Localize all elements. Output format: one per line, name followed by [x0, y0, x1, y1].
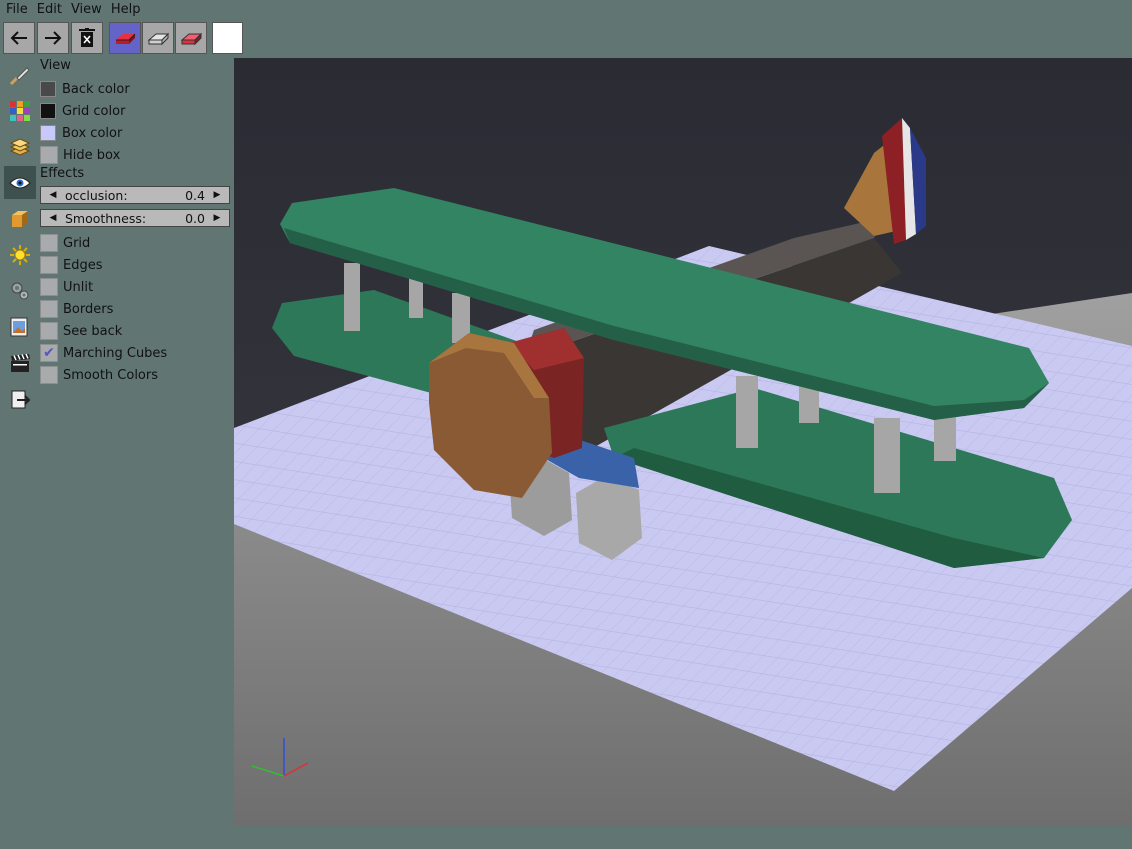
see-back-checkbox[interactable]	[40, 322, 58, 340]
tool-sidebar	[4, 58, 36, 418]
export-icon	[11, 390, 31, 408]
view-section-title: View	[40, 58, 71, 73]
unlit-option-row[interactable]: Unlit	[40, 276, 232, 298]
menu-help[interactable]: Help	[105, 0, 144, 18]
back-color-label: Back color	[62, 81, 130, 97]
smooth-colors-option-row[interactable]: Smooth Colors	[40, 364, 232, 386]
trash-icon	[79, 28, 95, 47]
biplane-scene	[234, 58, 1132, 826]
menu-file[interactable]: File	[0, 0, 31, 18]
edges-checkbox[interactable]	[40, 256, 58, 274]
marching-cubes-option-row[interactable]: ✔ Marching Cubes	[40, 342, 232, 364]
grid-label: Grid	[63, 235, 91, 251]
menu-bar: File Edit View Help	[0, 0, 143, 18]
occlusion-label: occlusion:	[65, 187, 128, 203]
grid-color-row[interactable]: Grid color	[40, 100, 232, 122]
grid-option-row[interactable]: Grid	[40, 232, 232, 254]
edges-label: Edges	[63, 257, 103, 273]
menu-edit[interactable]: Edit	[31, 0, 65, 18]
see-back-option-row[interactable]: See back	[40, 320, 232, 342]
sun-icon	[10, 244, 30, 265]
toolbar	[3, 22, 245, 54]
image-tab[interactable]	[4, 310, 36, 343]
hide-box-label: Hide box	[63, 147, 121, 163]
smoothness-label: Smoothness:	[65, 210, 147, 226]
layers-tab[interactable]	[4, 130, 36, 163]
brush-icon	[9, 66, 30, 85]
occlusion-slider[interactable]: ◀ occlusion: 0.4 ▶	[40, 186, 230, 204]
see-back-label: See back	[63, 323, 123, 339]
borders-checkbox[interactable]	[40, 300, 58, 318]
smooth-colors-checkbox[interactable]	[40, 366, 58, 384]
marching-cubes-label: Marching Cubes	[63, 345, 168, 361]
clapperboard-icon	[11, 353, 30, 372]
box-color-swatch[interactable]	[40, 125, 56, 141]
grid-color-swatch[interactable]	[40, 103, 56, 119]
back-color-swatch[interactable]	[40, 81, 56, 97]
box-color-label: Box color	[62, 125, 123, 141]
smoothness-value: 0.0	[185, 210, 205, 226]
decrement-arrow-icon[interactable]: ◀	[41, 213, 65, 223]
paint-voxel-icon	[147, 32, 170, 46]
marching-cubes-checkbox[interactable]: ✔	[40, 344, 58, 362]
unlit-checkbox[interactable]	[40, 278, 58, 296]
effects-section-title: Effects	[40, 166, 85, 181]
smoothness-slider[interactable]: ◀ Smoothness: 0.0 ▶	[40, 209, 230, 227]
add-voxel-tool[interactable]	[109, 22, 141, 54]
cube-icon	[12, 210, 28, 227]
unlit-label: Unlit	[63, 279, 94, 295]
palette-icon	[10, 100, 30, 121]
smooth-colors-label: Smooth Colors	[63, 367, 159, 383]
arrow-right-icon	[45, 31, 62, 45]
back-color-row[interactable]: Back color	[40, 78, 232, 100]
arrow-left-icon	[10, 31, 27, 45]
increment-arrow-icon[interactable]: ▶	[205, 213, 229, 223]
decrement-arrow-icon[interactable]: ◀	[41, 190, 65, 200]
layers-icon	[9, 137, 31, 156]
gear-icon	[11, 282, 29, 299]
view-settings-panel: View Back color Grid color Box color Hid…	[40, 58, 232, 386]
redo-button[interactable]	[37, 22, 69, 54]
remove-voxel-tool[interactable]	[175, 22, 207, 54]
hide-box-row[interactable]: Hide box	[40, 144, 232, 166]
remove-voxel-icon	[180, 32, 203, 46]
tool-group	[109, 22, 208, 54]
palette-tab[interactable]	[4, 94, 36, 127]
grid-color-label: Grid color	[62, 103, 126, 119]
menu-view[interactable]: View	[65, 0, 105, 18]
view-tab[interactable]	[4, 166, 36, 199]
box-color-row[interactable]: Box color	[40, 122, 232, 144]
settings-tab[interactable]	[4, 274, 36, 307]
undo-button[interactable]	[3, 22, 35, 54]
brush-tab[interactable]	[4, 58, 36, 91]
animation-tab[interactable]	[4, 346, 36, 379]
cube-tab[interactable]	[4, 202, 36, 235]
edges-option-row[interactable]: Edges	[40, 254, 232, 276]
borders-option-row[interactable]: Borders	[40, 298, 232, 320]
borders-label: Borders	[63, 301, 114, 317]
checkmark-icon: ✔	[43, 345, 55, 361]
light-tab[interactable]	[4, 238, 36, 271]
delete-button[interactable]	[71, 22, 103, 54]
paint-voxel-tool[interactable]	[142, 22, 174, 54]
eye-icon	[9, 177, 31, 188]
3d-viewport[interactable]	[234, 58, 1132, 826]
export-tab[interactable]	[4, 382, 36, 415]
grid-checkbox[interactable]	[40, 234, 58, 252]
increment-arrow-icon[interactable]: ▶	[205, 190, 229, 200]
image-icon	[10, 317, 28, 336]
occlusion-value: 0.4	[185, 187, 205, 203]
current-color-swatch[interactable]	[212, 22, 243, 54]
add-voxel-icon	[116, 33, 136, 44]
hide-box-checkbox[interactable]	[40, 146, 58, 164]
